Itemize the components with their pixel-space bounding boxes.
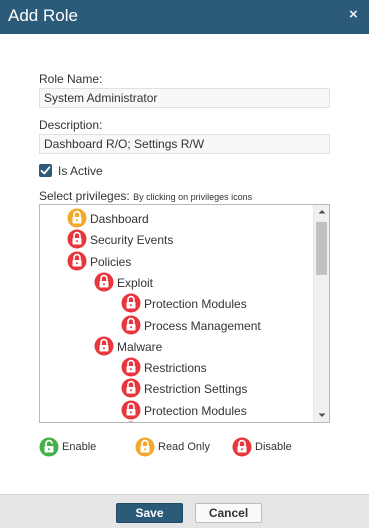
tree-scrollbar[interactable]	[313, 205, 329, 422]
privilege-item-label: Malware	[117, 339, 163, 354]
privilege-item-label: Restriction Settings	[144, 382, 248, 397]
description-label: Description:	[39, 118, 103, 132]
privilege-item-label: Protection Modules	[144, 403, 247, 418]
dialog-titlebar: Add Role ×	[0, 0, 369, 34]
scroll-up-arrow-icon[interactable]	[314, 205, 329, 219]
checkmark-icon	[40, 166, 51, 175]
legend-label: Enable	[62, 441, 97, 453]
scroll-down-arrow-icon[interactable]	[314, 408, 329, 422]
lock-icon	[67, 229, 87, 249]
dialog-footer: Save Cancel	[0, 494, 369, 528]
privileges-tree[interactable]: Dashboard Security Events Policies Exploit P…	[39, 204, 330, 423]
privileges-hint: By clicking on privileges icons	[133, 192, 253, 202]
lock-icon	[121, 400, 141, 420]
lock-icon	[94, 272, 114, 292]
lock-icon	[67, 208, 87, 228]
lock-icon	[135, 437, 155, 457]
legend-label: Read Only	[158, 441, 210, 453]
lock-icon	[121, 378, 141, 398]
lock-icon	[121, 315, 141, 334]
privilege-item-label: Process Management	[144, 318, 261, 333]
description-input[interactable]	[39, 134, 330, 154]
legend-label: Disable	[255, 441, 292, 453]
privilege-item-label: Dashboard	[90, 212, 149, 226]
privileges-label: Select privileges: By clicking on privil…	[39, 189, 252, 203]
is-active-checkbox[interactable]	[39, 164, 52, 177]
is-active-label: Is Active	[58, 164, 103, 178]
lock-icon	[67, 251, 87, 271]
lock-icon	[121, 293, 141, 313]
lock-icon	[127, 421, 135, 422]
legend-disable: Disable	[232, 437, 292, 457]
lock-icon	[121, 357, 141, 377]
privilege-item-label: Security Events	[90, 233, 174, 248]
privilege-item-label: Exploit	[117, 275, 154, 290]
scrollbar-thumb[interactable]	[316, 222, 327, 275]
dialog-title: Add Role	[8, 6, 78, 25]
legend-enable: Enable	[39, 437, 96, 457]
privilege-item-label: Restrictions	[144, 361, 207, 376]
privileges-title: Select privileges:	[39, 189, 130, 203]
privilege-item-label: Protection Modules	[144, 297, 247, 312]
lock-icon	[232, 437, 252, 457]
lock-icon	[94, 336, 114, 356]
legend-read-only: Read Only	[135, 437, 210, 457]
role-name-label: Role Name:	[39, 72, 103, 86]
privilege-item-label: Policies	[90, 254, 132, 269]
unlock-icon	[39, 437, 59, 457]
role-name-input[interactable]	[39, 88, 330, 108]
cancel-button[interactable]: Cancel	[195, 503, 262, 523]
save-button[interactable]: Save	[116, 503, 183, 523]
close-icon[interactable]: ×	[349, 7, 361, 22]
